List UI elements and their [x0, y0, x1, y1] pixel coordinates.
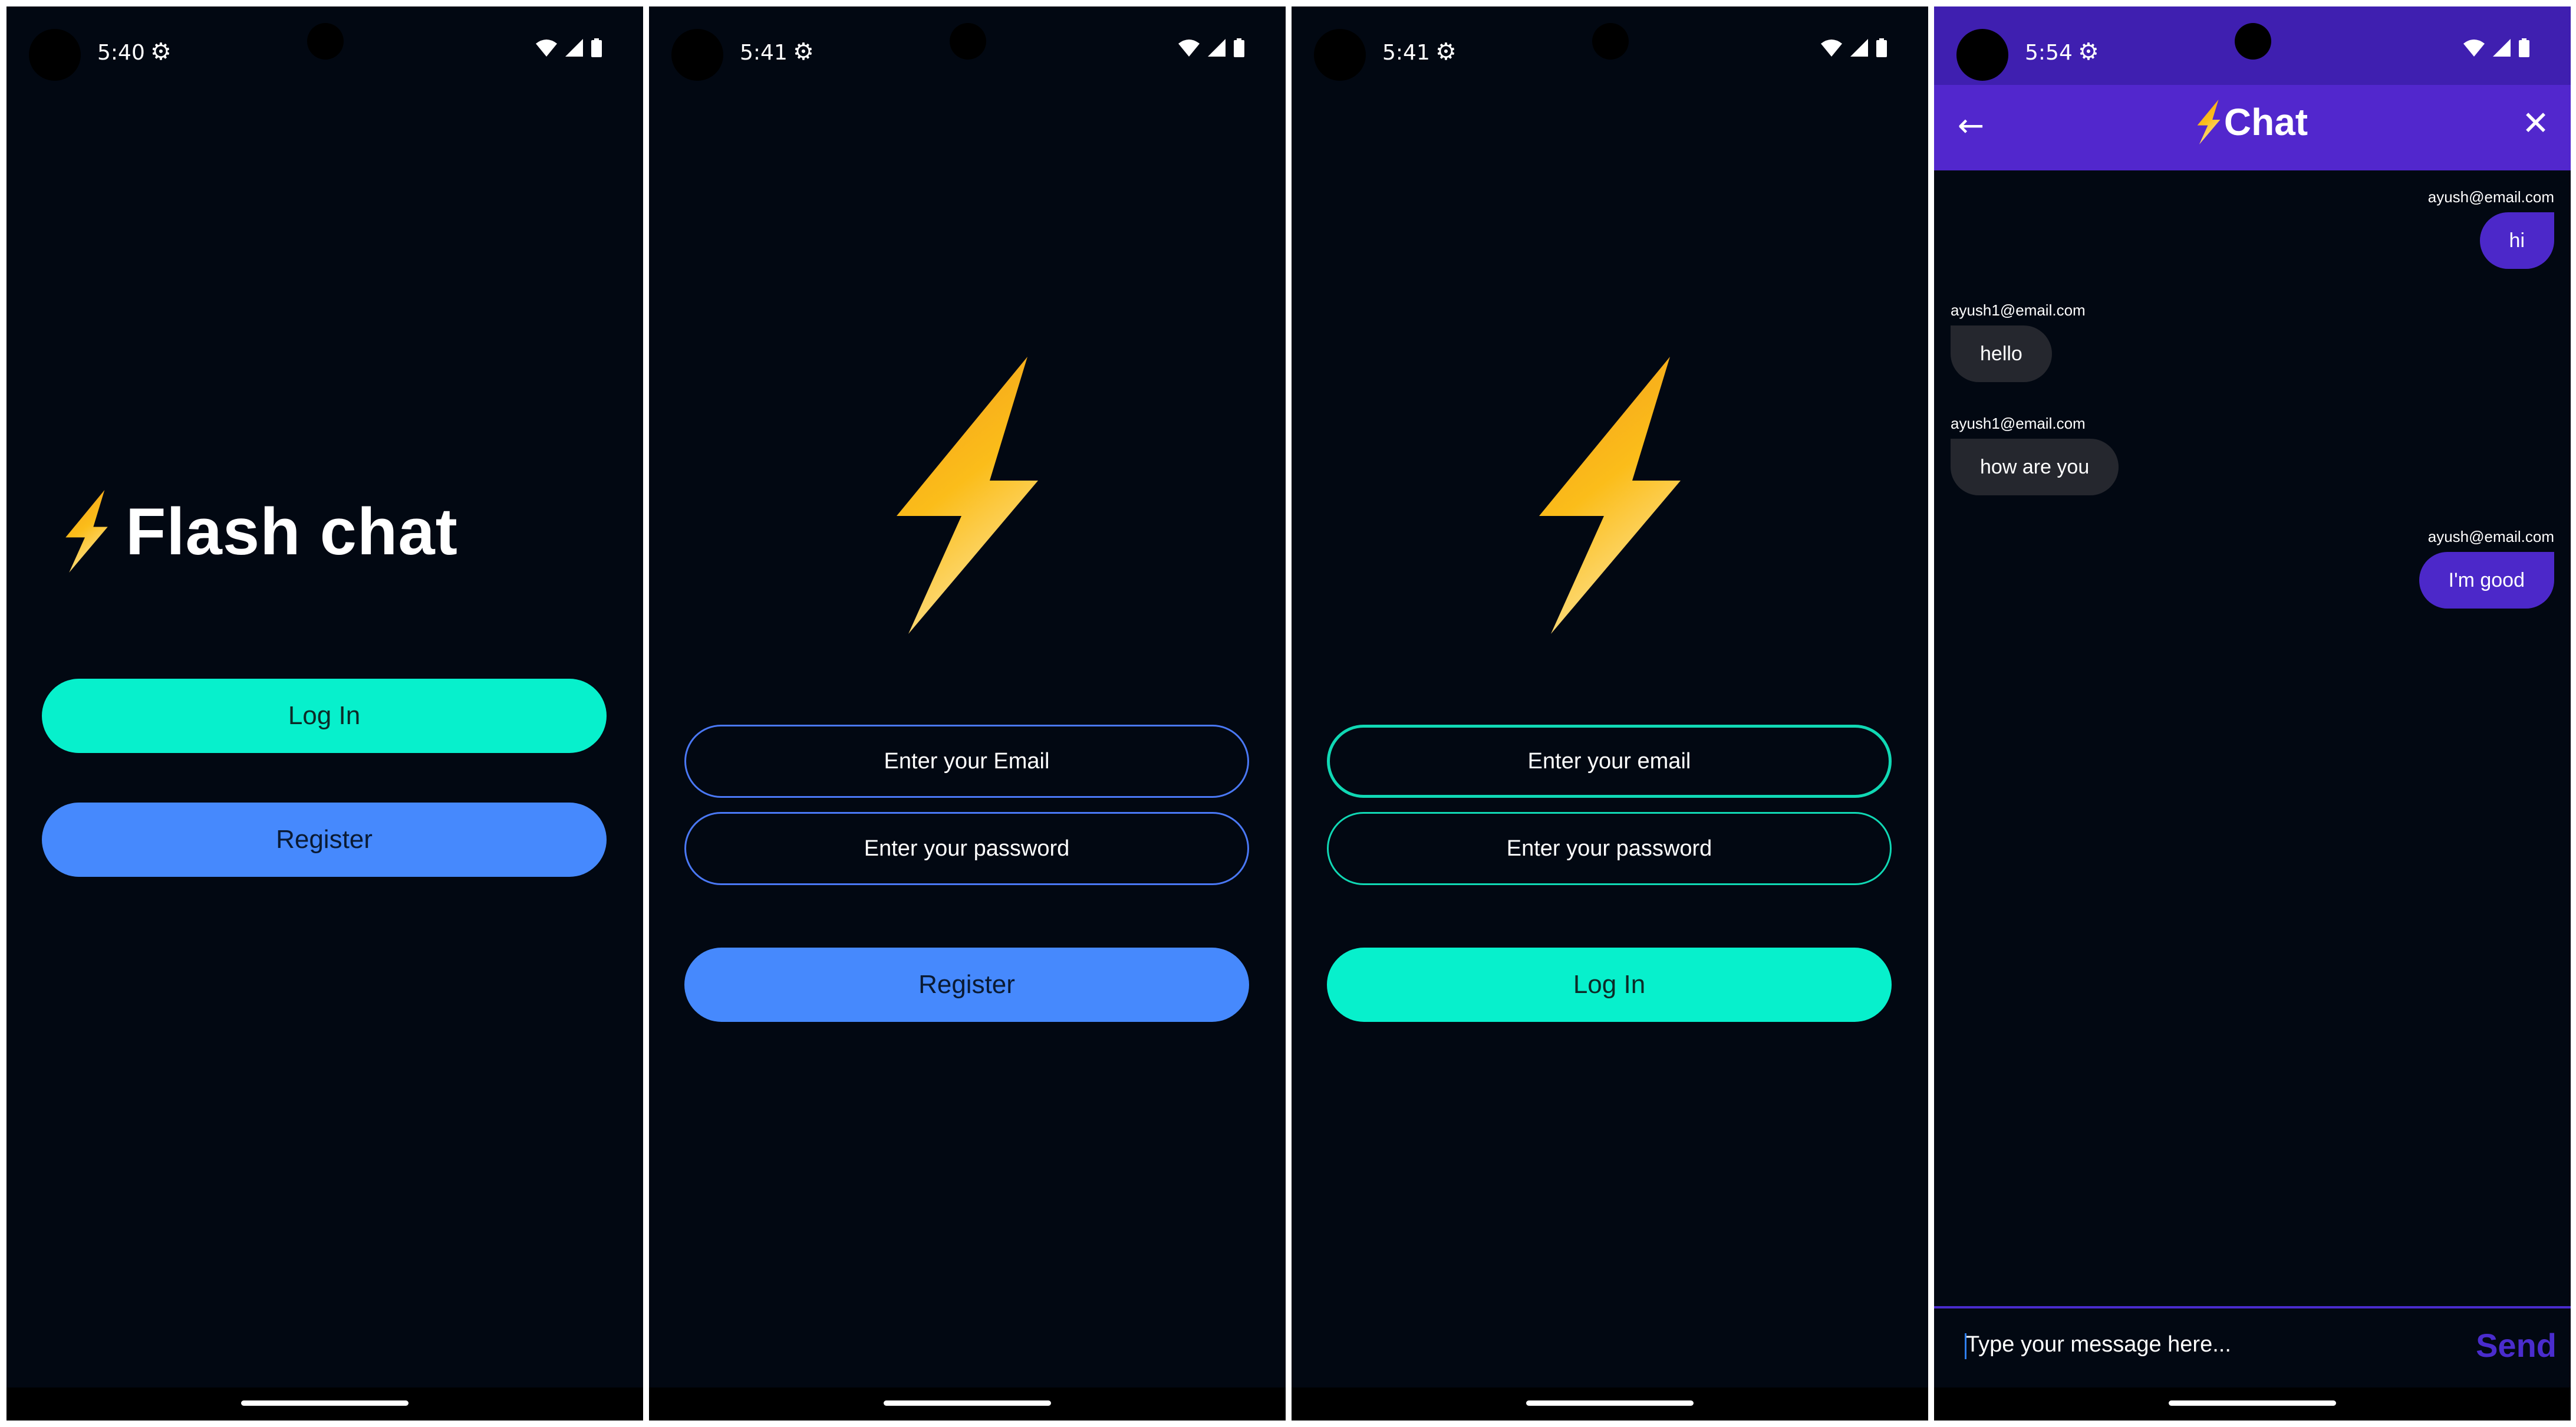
lightning-icon [1539, 357, 1681, 634]
welcome-screen: 5:40 ⚙ Flash chat Log In Register [6, 6, 643, 1421]
login-button[interactable]: Log In [42, 679, 607, 753]
home-handle[interactable] [1526, 1400, 1694, 1406]
app-title: Flash chat [126, 494, 458, 568]
chat-screen: 5:54 ⚙ ← Chat ✕ ayush@email.com hi ayush… [1934, 6, 2571, 1421]
register-screen: 5:41 ⚙ Enter your Email Enter your passw… [649, 6, 1286, 1421]
app-bar: 5:54 ⚙ ← Chat ✕ [1934, 6, 2571, 170]
nav-bar [1292, 1387, 1928, 1421]
message-bubble: I'm good [2419, 552, 2554, 609]
gear-icon: ⚙ [150, 38, 172, 65]
status-bar: 5:41 ⚙ [649, 6, 1286, 93]
wifi-icon [1821, 40, 1842, 57]
brand-logo: Flash chat [63, 490, 458, 573]
home-handle[interactable] [241, 1400, 409, 1406]
battery-icon [1234, 38, 1244, 57]
message-bubble: how are you [1951, 439, 2119, 495]
message-item: ayush@email.com I'm good [2419, 528, 2554, 609]
message-item: ayush1@email.com hello [1951, 301, 2086, 382]
register-button[interactable]: Register [42, 803, 607, 877]
gear-icon: ⚙ [1435, 38, 1457, 65]
close-icon[interactable]: ✕ [2522, 104, 2549, 143]
message-input[interactable]: Type your message here... [1966, 1332, 2231, 1357]
status-icons [2463, 38, 2529, 57]
camera-cutout [671, 29, 723, 81]
message-item: ayush1@email.com how are you [1951, 415, 2119, 495]
gear-icon: ⚙ [2078, 38, 2099, 65]
front-camera [307, 23, 344, 60]
signal-icon [565, 39, 583, 57]
wifi-icon [536, 40, 557, 57]
status-time: 5:54 [2025, 41, 2073, 65]
login-button[interactable]: Log In [1327, 948, 1892, 1022]
login-screen: 5:41 ⚙ Enter your email Enter your passw… [1292, 6, 1928, 1421]
email-field[interactable]: Enter your email [1327, 725, 1892, 798]
message-composer: Type your message here... Send [1934, 1306, 2571, 1389]
message-item: ayush@email.com hi [2428, 188, 2554, 269]
front-camera [1592, 23, 1629, 60]
signal-icon [1208, 39, 1226, 57]
status-bar: 5:41 ⚙ [1292, 6, 1928, 93]
battery-icon [591, 38, 602, 57]
nav-bar [1934, 1387, 2571, 1421]
camera-cutout [29, 29, 81, 81]
signal-icon [2493, 39, 2511, 57]
status-bar: 5:54 ⚙ [1934, 6, 2571, 85]
status-time: 5:41 [1382, 41, 1430, 65]
email-field[interactable]: Enter your Email [684, 725, 1249, 798]
wifi-icon [1178, 40, 1200, 57]
message-bubble: hello [1951, 325, 2052, 382]
register-button[interactable]: Register [684, 948, 1249, 1022]
wifi-icon [2463, 40, 2485, 57]
message-sender: ayush1@email.com [1951, 415, 2086, 432]
battery-icon [2519, 38, 2529, 57]
password-field[interactable]: Enter your password [684, 812, 1249, 885]
lightning-icon [897, 357, 1038, 634]
chat-title: Chat [1934, 100, 2571, 144]
signal-icon [1850, 39, 1868, 57]
password-field[interactable]: Enter your password [1327, 812, 1892, 885]
status-time: 5:41 [740, 41, 788, 65]
front-camera [2235, 23, 2271, 60]
send-button[interactable]: Send [2476, 1326, 2557, 1364]
status-icons [1821, 38, 1887, 57]
nav-bar [649, 1387, 1286, 1421]
lightning-icon [2197, 100, 2221, 144]
status-icons [1178, 38, 1244, 57]
nav-bar [6, 1387, 643, 1421]
front-camera [950, 23, 986, 60]
lightning-icon [65, 490, 108, 573]
camera-cutout [1956, 29, 2008, 81]
status-bar-content: 5:54 ⚙ [1934, 6, 2571, 93]
home-handle[interactable] [884, 1400, 1051, 1406]
message-bubble: hi [2479, 212, 2554, 269]
gear-icon: ⚙ [793, 38, 814, 65]
home-handle[interactable] [2169, 1400, 2336, 1406]
message-sender: ayush@email.com [2427, 528, 2554, 545]
status-bar: 5:40 ⚙ [6, 6, 643, 93]
camera-cutout [1314, 29, 1366, 81]
status-icons [536, 38, 602, 57]
chat-title-text: Chat [2223, 101, 2308, 143]
message-sender: ayush@email.com [2427, 188, 2554, 206]
battery-icon [1876, 38, 1887, 57]
status-time: 5:40 [97, 41, 145, 65]
message-sender: ayush1@email.com [1951, 301, 2086, 319]
